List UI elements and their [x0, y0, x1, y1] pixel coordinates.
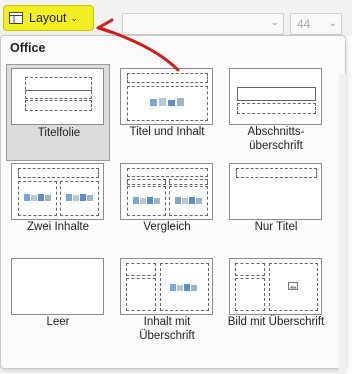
layout-tile-label: Nur Titel	[254, 221, 298, 233]
layout-thumbnail	[229, 68, 322, 125]
layout-tile-label: Abschnitts-überschrift	[247, 126, 305, 152]
layout-tile-label: Leer	[46, 316, 70, 328]
chevron-down-icon[interactable]: ⌄	[329, 14, 337, 34]
font-size-combo[interactable]: 44 ⌄	[290, 13, 342, 35]
layout-tile-label: Inhalt mit Überschrift	[139, 316, 195, 342]
layout-thumbnail	[120, 258, 213, 315]
layout-tile-comparison[interactable]: Vergleich	[115, 159, 219, 256]
layout-tile-label: Zwei Inhalte	[26, 221, 89, 233]
layout-thumbnail	[120, 163, 213, 220]
layout-tile-title-content[interactable]: Titel und Inhalt	[115, 64, 219, 161]
layout-thumbnail	[120, 68, 213, 125]
layout-tile-content-caption[interactable]: Inhalt mit Überschrift	[115, 254, 219, 351]
content-icons-icon	[24, 194, 51, 201]
layout-tile-blank[interactable]: Leer	[6, 254, 110, 351]
layout-tile-label: Bild mit Überschrift	[227, 316, 325, 328]
content-icons-icon	[170, 284, 197, 291]
layout-thumbnail	[11, 163, 104, 220]
layout-tile-title-only[interactable]: Nur Titel	[224, 159, 328, 256]
chevron-down-icon: ⌄	[70, 12, 79, 23]
content-icons-icon	[133, 197, 160, 204]
layout-thumbnail	[229, 258, 322, 315]
layout-tile-section-header[interactable]: Abschnitts-überschrift	[224, 64, 328, 161]
content-icons-icon	[175, 197, 202, 204]
chevron-down-icon[interactable]: ⌄	[271, 17, 279, 28]
layout-gallery-panel: Office Titelfolie Titel und Inhalt Absch…	[0, 35, 346, 374]
font-name-combo[interactable]: ⌄	[122, 13, 284, 35]
layout-thumbnail	[11, 68, 104, 125]
content-icons-icon	[150, 98, 184, 106]
layout-tile-label: Titel und Inhalt	[129, 126, 205, 138]
scrollbar[interactable]	[339, 74, 346, 374]
layout-tile-label: Titelfolie	[37, 127, 81, 139]
section-title: Office	[10, 41, 46, 55]
layout-tile-two-content[interactable]: Zwei Inhalte	[6, 159, 110, 256]
layout-tile-title-slide[interactable]: Titelfolie	[6, 64, 110, 161]
font-size-value: 44	[297, 17, 311, 31]
content-icons-icon	[66, 194, 93, 201]
layout-button[interactable]: Layout ⌄	[3, 5, 94, 31]
layout-thumbnail	[229, 163, 322, 220]
layout-tile-picture-caption[interactable]: Bild mit Überschrift	[224, 254, 328, 351]
layout-tile-label: Vergleich	[143, 221, 191, 233]
picture-icon	[288, 282, 298, 290]
layout-icon	[9, 12, 23, 24]
layout-thumbnail	[11, 258, 104, 315]
layout-button-label: Layout	[29, 11, 67, 25]
